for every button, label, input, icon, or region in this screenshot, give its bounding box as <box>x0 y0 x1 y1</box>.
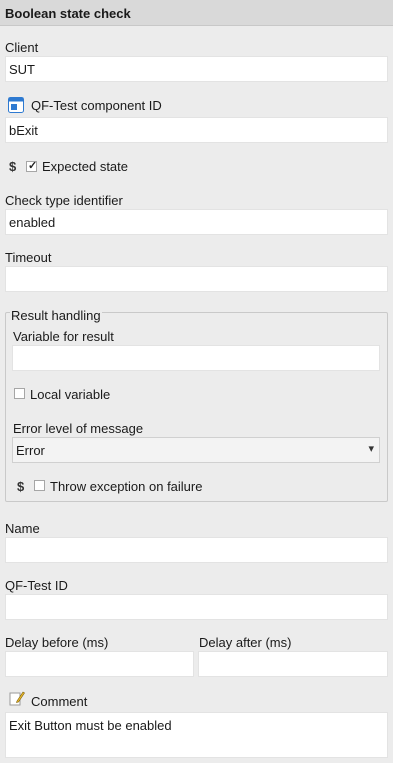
component-id-label: QF-Test component ID <box>31 98 162 113</box>
delay-after-label: Delay after (ms) <box>199 635 292 650</box>
comment-label: Comment <box>31 694 88 709</box>
error-level-select[interactable]: Error ▾ <box>12 437 380 463</box>
expression-dollar-icon: $ <box>9 159 17 174</box>
timeout-input[interactable] <box>5 266 388 292</box>
error-level-value: Error <box>16 443 45 458</box>
chevron-down-icon: ▾ <box>368 443 374 455</box>
variable-result-label: Variable for result <box>13 329 114 344</box>
delay-after-input[interactable] <box>198 651 388 677</box>
local-variable-checkbox[interactable] <box>14 388 25 399</box>
name-label: Name <box>5 521 40 536</box>
check-type-input[interactable]: enabled <box>5 209 388 235</box>
client-label: Client <box>5 40 39 55</box>
name-input[interactable] <box>5 537 388 563</box>
variable-result-input[interactable] <box>12 345 380 371</box>
check-type-label: Check type identifier <box>5 193 123 208</box>
throw-exception-label: Throw exception on failure <box>50 479 203 494</box>
timeout-label: Timeout <box>5 250 52 265</box>
checkmark-icon: ✓ <box>28 160 38 172</box>
qftest-id-label: QF-Test ID <box>5 578 68 593</box>
throw-exception-checkbox[interactable] <box>34 480 45 491</box>
component-window-icon <box>8 97 24 113</box>
component-id-input[interactable]: bExit <box>5 117 388 143</box>
pencil-note-icon <box>9 690 25 706</box>
expected-state-checkbox[interactable]: ✓ <box>26 160 38 172</box>
delay-before-input[interactable] <box>5 651 194 677</box>
qftest-id-input[interactable] <box>5 594 388 620</box>
local-variable-label: Local variable <box>30 387 111 402</box>
expected-state-label: Expected state <box>42 159 128 174</box>
error-level-label: Error level of message <box>13 421 144 436</box>
result-handling-title: Result handling <box>10 308 102 323</box>
comment-textarea[interactable]: Exit Button must be enabled <box>5 712 388 758</box>
panel-header: Boolean state check <box>0 0 393 26</box>
client-input[interactable]: SUT <box>5 56 388 82</box>
throw-dollar-icon: $ <box>17 479 25 494</box>
panel-title: Boolean state check <box>5 6 131 21</box>
delay-before-label: Delay before (ms) <box>5 635 109 650</box>
